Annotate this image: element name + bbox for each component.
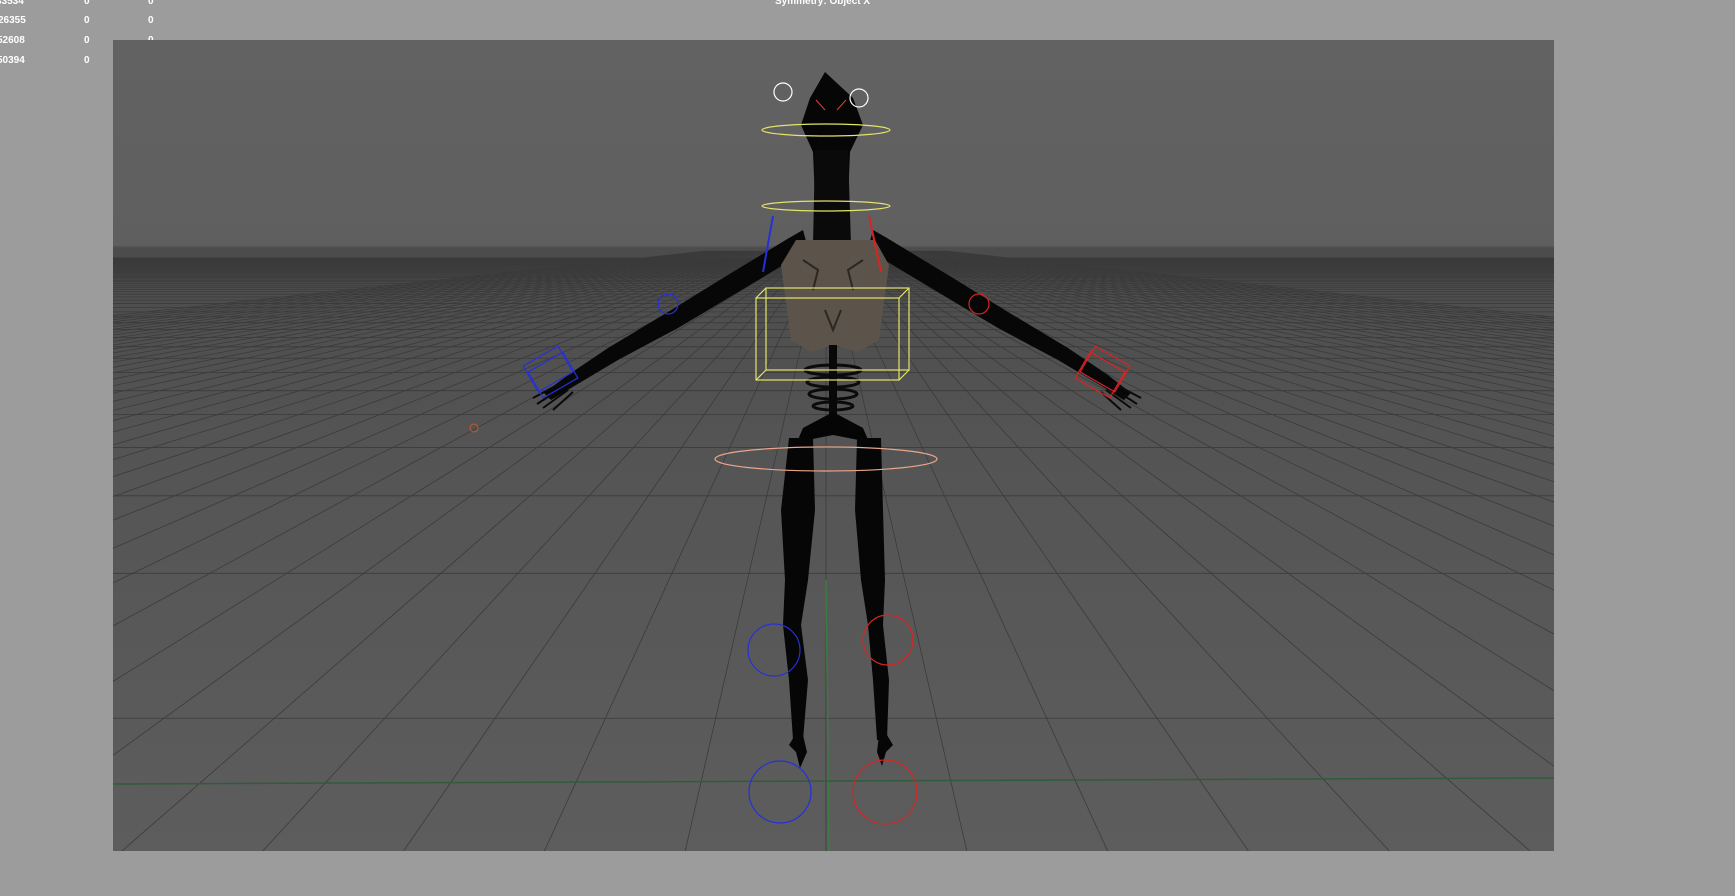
character-neck <box>813 150 851 245</box>
stats-row: 33534 0 0 <box>0 0 170 8</box>
stat-value: 0 <box>84 0 90 7</box>
grid-line <box>879 250 1554 415</box>
grid-line <box>861 250 1554 503</box>
grid-line <box>121 250 812 851</box>
character-mesh[interactable] <box>532 72 1142 768</box>
stat-value: 0 <box>84 15 90 26</box>
left-foot-control[interactable] <box>748 760 812 824</box>
grid-line <box>921 250 1554 338</box>
grid-line <box>113 250 791 498</box>
stat-value: 26355 <box>0 15 26 26</box>
grid-line <box>873 250 1554 437</box>
viewport-panel[interactable] <box>113 40 1554 851</box>
stat-value: 0 <box>84 35 90 46</box>
grid-line <box>885 250 1554 397</box>
grid-line <box>870 250 1554 450</box>
grid-line <box>113 250 800 584</box>
grid-line <box>113 250 707 316</box>
grid-line <box>262 250 815 851</box>
character-pelvis <box>797 412 869 442</box>
stat-value: 52608 <box>0 35 25 46</box>
eye-control-left[interactable] <box>773 82 793 102</box>
stat-value: 0 <box>84 55 90 66</box>
grid-line <box>113 250 803 627</box>
grid-line <box>909 250 1554 352</box>
grid-line <box>897 250 1554 371</box>
grid-line <box>840 250 1531 851</box>
stat-value: 0 <box>148 15 154 26</box>
grid-line <box>113 250 809 756</box>
grid-line <box>849 250 1554 635</box>
character-left-leg <box>781 438 815 740</box>
symmetry-indicator: Symmetry: Object X <box>775 0 871 7</box>
right-foot-control[interactable] <box>852 759 918 825</box>
grid-line <box>924 250 1554 335</box>
grid-line <box>906 250 1554 356</box>
stat-value: 0 <box>148 0 154 7</box>
grid-line <box>894 250 1554 377</box>
grid-line <box>837 250 1390 851</box>
grid-line <box>113 250 794 521</box>
stat-value: 33534 <box>0 0 24 7</box>
grid-line <box>113 250 806 682</box>
grid-line <box>403 250 818 851</box>
grid-line <box>915 250 1554 344</box>
grid-line <box>867 250 1554 465</box>
character-torso-armor <box>781 240 889 352</box>
grid-line <box>882 250 1554 406</box>
grid-line <box>113 250 710 318</box>
grid-line <box>888 250 1554 390</box>
grid-line <box>858 250 1554 527</box>
grid-line <box>912 250 1554 348</box>
stats-row: 26355 0 0 <box>0 15 170 27</box>
grid-line <box>876 250 1554 425</box>
grid-line <box>843 250 1554 767</box>
character-right-foot <box>877 735 893 766</box>
grid-line <box>113 250 797 549</box>
grid-line <box>927 250 1554 332</box>
stat-value: 50394 <box>0 55 25 66</box>
character-right-leg <box>855 438 889 740</box>
grid-line <box>918 250 1554 341</box>
world-axis-z <box>825 579 830 851</box>
viewport-scene[interactable] <box>113 40 1554 851</box>
character-spine <box>829 345 837 423</box>
grid-line <box>846 250 1554 692</box>
grid-line <box>113 250 788 478</box>
